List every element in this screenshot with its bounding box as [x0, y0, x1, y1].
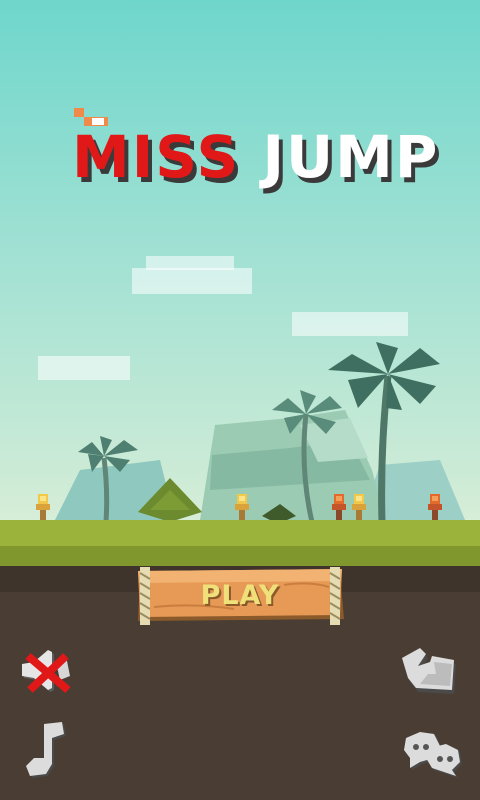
chat-bubbles-icon [404, 732, 462, 778]
title-jump: JUMP [262, 123, 440, 191]
sound-toggle-button[interactable] [20, 646, 74, 698]
torch-icon [352, 494, 366, 522]
game-scene: MISS JUMP PLAY [0, 0, 480, 800]
torch-icon [36, 494, 50, 522]
title-miss: MISS [72, 123, 241, 191]
leaderboard-icon [402, 648, 456, 694]
chat-button[interactable] [402, 730, 464, 778]
sound-muted-icon [22, 650, 71, 694]
torch-icon [332, 494, 346, 522]
play-button[interactable]: PLAY [134, 567, 346, 627]
music-toggle-button[interactable] [24, 722, 70, 780]
music-note-icon [26, 722, 66, 778]
play-button-label: PLAY [200, 580, 280, 611]
leaderboard-button[interactable] [398, 644, 458, 696]
game-title: MISS JUMP [72, 122, 437, 192]
grass-strip [0, 520, 480, 546]
cloud [132, 268, 252, 294]
grass-edge [0, 546, 480, 566]
torch-icon [235, 494, 249, 522]
torch-icon [428, 494, 442, 522]
